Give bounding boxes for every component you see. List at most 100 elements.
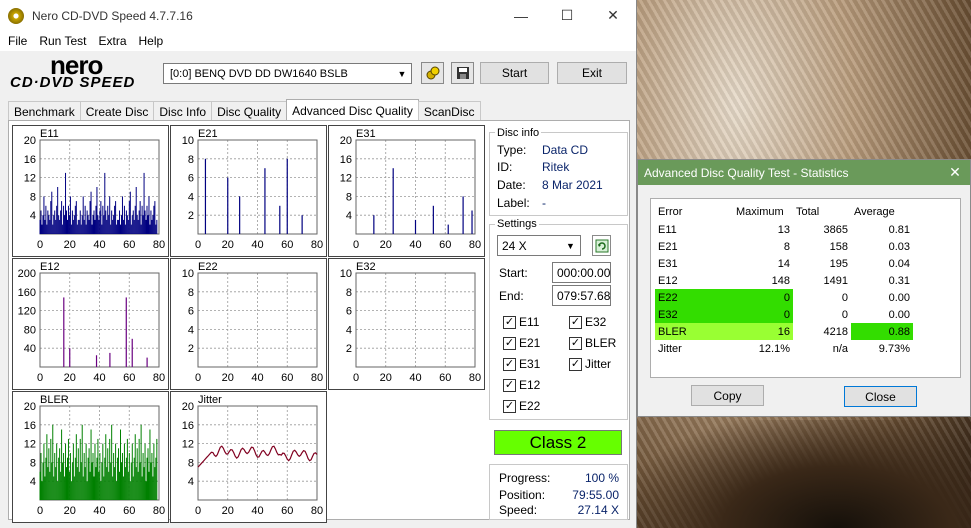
statistics-row: E22 0 0 0.00 — [655, 289, 913, 306]
tab-disc-info[interactable]: Disc Info — [153, 101, 213, 121]
x-tick-label: 20 — [222, 372, 234, 384]
check-jitter-label: Jitter — [585, 357, 612, 371]
disc-date-value: 8 Mar 2021 — [542, 178, 603, 192]
close-button[interactable]: Close — [844, 386, 917, 407]
tab-advanced-disc-quality[interactable]: Advanced Disc Quality — [286, 99, 419, 121]
check-e11[interactable]: ✓ E11 — [503, 315, 539, 329]
x-tick-label: 80 — [311, 372, 323, 384]
disc-date-label: Date: — [497, 178, 526, 192]
check-e31[interactable]: ✓ E31 — [503, 357, 540, 371]
tab-benchmark[interactable]: Benchmark — [8, 101, 81, 121]
tab-scandisc[interactable]: ScanDisc — [417, 101, 481, 121]
x-tick-label: 0 — [37, 372, 43, 384]
refresh-speed-button[interactable] — [592, 235, 611, 256]
y-tick-label: 4 — [188, 476, 194, 488]
end-field[interactable]: 079:57.68 — [552, 285, 611, 306]
x-tick-label: 60 — [123, 239, 135, 251]
disc-info-group: Disc info Type: Data CD ID: Ritek Date: 8 M… — [489, 127, 628, 216]
exit-button[interactable]: Exit — [557, 62, 627, 84]
check-e22[interactable]: ✓ E22 — [503, 399, 540, 413]
logo-brand: nero — [50, 50, 103, 80]
checkbox-icon: ✓ — [503, 378, 516, 392]
disc-type-value: Data CD — [542, 143, 589, 157]
y-tick-label: 12 — [340, 173, 352, 185]
total-value: 4218 — [823, 325, 848, 338]
statistics-table-frame: Error Maximum Total Average E11 13 3865 0.8… — [650, 198, 961, 378]
chart-bler: BLER 20 16 12 8 4 0 20 40 60 80 — [12, 391, 169, 523]
maximize-icon: ☐ — [560, 7, 574, 23]
check-jitter[interactable]: ✓ Jitter — [569, 357, 611, 371]
tab-create-disc[interactable]: Create Disc — [79, 101, 155, 121]
chart-e32: E32 10 8 6 4 2 0 20 40 60 80 — [328, 258, 485, 390]
y-tick-label: 10 — [182, 268, 194, 280]
checkbox-icon: ✓ — [569, 315, 582, 329]
x-tick-label: 20 — [64, 505, 76, 517]
speed-row: Speed: 27.14 X — [499, 503, 619, 517]
chart-e22: E22 10 8 6 4 2 0 20 40 60 80 — [170, 258, 327, 390]
start-field[interactable]: 000:00.00 — [552, 262, 611, 283]
average-value: 0.00 — [888, 308, 910, 321]
end-label: End: — [499, 289, 524, 303]
y-tick-label: 8 — [188, 457, 194, 469]
disc-id-label: ID: — [497, 160, 513, 174]
statistics-row: E31 14 195 0.04 — [655, 255, 913, 272]
y-tick-label: 10 — [182, 135, 194, 147]
total-value: 158 — [829, 240, 848, 253]
minimize-icon: — — [514, 7, 528, 24]
y-tick-label: 12 — [24, 439, 36, 451]
x-tick-label: 0 — [195, 239, 201, 251]
close-window-button[interactable]: ✕ — [590, 0, 636, 31]
window-title: Nero CD-DVD Speed 4.7.7.16 — [32, 8, 193, 23]
error-name: E11 — [658, 223, 677, 236]
check-e31-label: E31 — [519, 357, 541, 371]
error-name: E32 — [655, 306, 733, 323]
start-button[interactable]: Start — [480, 62, 549, 84]
settings-group: Settings 24 X ▼ Start: 000:00.00 End: 07… — [489, 218, 628, 420]
menu-file[interactable]: File — [2, 34, 33, 48]
average-value: 9.73% — [878, 342, 910, 355]
progress-group: Progress: 100 % Position: 79:55.00 Speed: 2… — [489, 464, 628, 520]
drive-select[interactable]: [0:0] BENQ DVD DD DW1640 BSLB ▼ — [163, 63, 412, 84]
statistics-row: E32 0 0 0.00 — [655, 306, 913, 323]
y-tick-label: 8 — [188, 154, 194, 166]
refresh-icon — [595, 239, 608, 252]
copy-button[interactable]: Copy — [691, 385, 764, 406]
dialog-close-icon[interactable]: ✕ — [940, 164, 970, 181]
check-e12[interactable]: ✓ E12 — [503, 378, 540, 392]
check-e21[interactable]: ✓ E21 — [503, 336, 540, 350]
chart-e12: E12 200 160 120 80 40 0 20 40 60 80 — [12, 258, 169, 390]
x-tick-label: 80 — [311, 505, 323, 517]
y-tick-label: 4 — [30, 210, 36, 222]
save-button[interactable] — [451, 62, 474, 84]
maximize-button[interactable]: ☐ — [544, 0, 590, 31]
y-tick-label: 2 — [188, 343, 194, 355]
error-name: E21 — [658, 240, 678, 253]
menu-help[interactable]: Help — [133, 34, 170, 48]
y-tick-label: 20 — [182, 401, 194, 413]
statistics-row: E12 148 1491 0.31 — [655, 272, 913, 289]
average-value: 0.31 — [888, 274, 910, 287]
average-value: 0.04 — [888, 257, 910, 270]
check-e32[interactable]: ✓ E32 — [569, 315, 606, 329]
average-value: 0.88 — [851, 323, 913, 340]
drive-settings-button[interactable] — [421, 62, 444, 84]
statistics-row: E21 8 158 0.03 — [655, 238, 913, 255]
menu-extra[interactable]: Extra — [92, 34, 132, 48]
x-tick-label: 40 — [251, 239, 263, 251]
x-tick-label: 60 — [281, 372, 293, 384]
check-bler[interactable]: ✓ BLER — [569, 336, 616, 350]
x-tick-label: 60 — [439, 239, 451, 251]
check-e11-label: E11 — [519, 315, 540, 329]
minimize-button[interactable]: — — [498, 0, 544, 31]
x-tick-label: 0 — [195, 372, 201, 384]
checkbox-icon: ✓ — [503, 399, 516, 413]
disc-date-row: Date: 8 Mar 2021 — [497, 178, 603, 192]
menu-run-test[interactable]: Run Test — [33, 34, 92, 48]
average-value: 0.00 — [888, 291, 910, 304]
maximum-value: 12.1% — [758, 342, 790, 355]
y-tick-label: 120 — [18, 306, 36, 318]
tab-disc-quality[interactable]: Disc Quality — [211, 101, 288, 121]
speed-select[interactable]: 24 X ▼ — [497, 235, 581, 256]
y-tick-label: 2 — [346, 343, 352, 355]
x-tick-label: 40 — [251, 505, 263, 517]
